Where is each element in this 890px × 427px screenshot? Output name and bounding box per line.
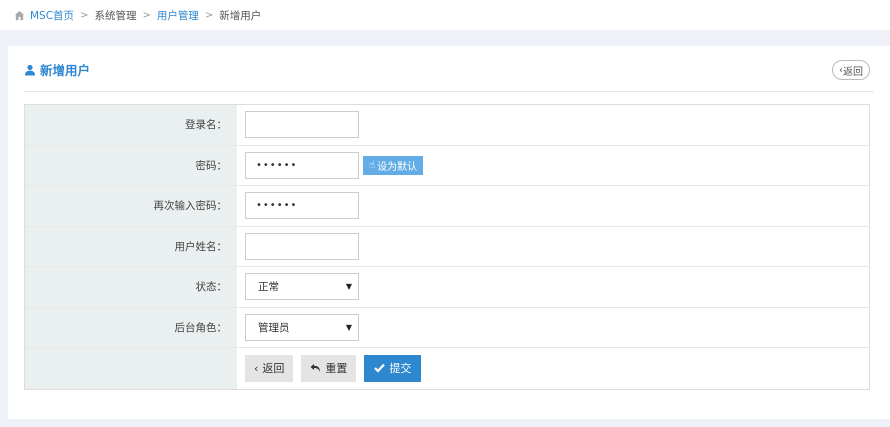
status-select[interactable]: 正常 ▼ (245, 273, 359, 301)
form-row-confirm-password: 再次输入密码： •••••• (25, 186, 869, 227)
set-default-label: 设为默认 (377, 161, 418, 173)
page-title: 新增用户 (40, 63, 91, 78)
password-label: 密码： (25, 145, 237, 185)
submit-button-label: 提交 (389, 362, 412, 376)
user-icon (25, 64, 35, 75)
form-row-password: 密码： •••••• ☝ 设为默认 (25, 145, 869, 186)
login-name-input[interactable] (245, 111, 359, 139)
divider (24, 91, 874, 92)
back-button[interactable]: ‹ 返回 (245, 354, 294, 382)
breadcrumb-home-link[interactable]: MSC首页 (30, 8, 74, 23)
breadcrumb-current: 新增用户 (219, 9, 262, 22)
caret-down-icon: ▼ (345, 282, 352, 292)
user-form: 登录名： 密码： •••••• ☝ 设为默认 再次输入密码： •••••• 用户… (24, 104, 870, 390)
form-row-status: 状态： 正常 ▼ (25, 267, 869, 308)
breadcrumb-user-management-link[interactable]: 用户管理 (157, 8, 199, 23)
undo-icon (310, 364, 321, 373)
header-back-button[interactable]: ‹ 返回 (832, 60, 870, 80)
role-label: 后台角色： (25, 307, 237, 347)
confirm-password-label: 再次输入密码： (25, 186, 237, 226)
submit-button[interactable]: 提交 (364, 354, 422, 382)
form-row-actions: ‹ 返回 重置 提交 (25, 348, 869, 389)
role-value: 管理员 (258, 321, 290, 334)
header-back-label: 返回 (843, 66, 863, 78)
form-row-role: 后台角色： 管理员 ▼ (25, 307, 869, 348)
password-input[interactable]: •••••• (245, 151, 359, 179)
hand-pointer-icon: ☝ (369, 159, 376, 171)
form-row-login: 登录名： (25, 105, 869, 146)
user-name-label: 用户姓名： (25, 226, 237, 266)
confirm-password-input[interactable]: •••••• (245, 192, 359, 220)
login-name-label: 登录名： (25, 105, 237, 145)
main-panel: 新增用户 ‹ 返回 登录名： 密码： •••••• ☝ 设为默认 再次输入密码：… (8, 46, 890, 419)
role-select[interactable]: 管理员 ▼ (245, 313, 359, 341)
actions-label-cell (25, 348, 237, 389)
breadcrumb-system-management: 系统管理 (94, 9, 137, 22)
set-default-password-button[interactable]: ☝ 设为默认 (363, 155, 424, 175)
home-icon (14, 10, 25, 20)
check-icon (374, 364, 386, 373)
reset-button[interactable]: 重置 (301, 354, 357, 382)
breadcrumb-separator: > (142, 9, 151, 21)
status-value: 正常 (258, 281, 279, 294)
breadcrumb-separator: > (80, 9, 89, 21)
form-row-user-name: 用户姓名： (25, 226, 869, 267)
status-label: 状态： (25, 267, 237, 307)
reset-button-label: 重置 (325, 362, 348, 376)
breadcrumb: MSC首页 > 系统管理 > 用户管理 > 新增用户 (0, 0, 890, 30)
user-name-input[interactable] (245, 232, 359, 260)
caret-down-icon: ▼ (345, 322, 352, 332)
back-button-label: 返回 (262, 362, 285, 376)
breadcrumb-separator: > (204, 9, 214, 21)
chevron-left-icon: ‹ (254, 361, 259, 375)
panel-header: 新增用户 (24, 60, 90, 79)
